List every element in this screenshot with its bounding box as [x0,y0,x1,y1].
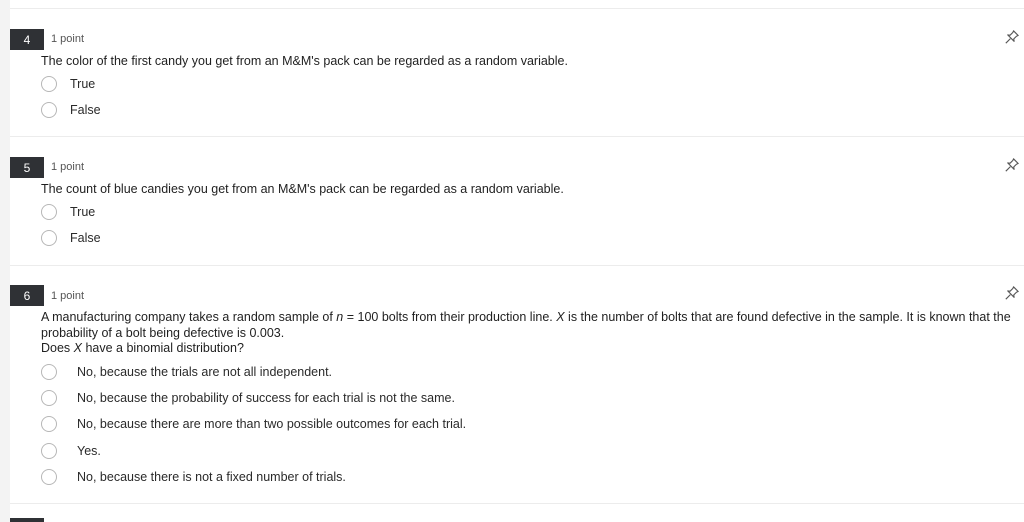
left-margin-rule [0,0,10,522]
question-divider [10,265,1024,266]
answer-option[interactable]: True [41,202,95,222]
question-number-badge: 6 [10,285,44,306]
radio-button[interactable] [41,76,57,92]
option-label: No, because the probability of success f… [77,391,455,405]
radio-button[interactable] [41,102,57,118]
answer-option[interactable]: False [41,228,101,248]
radio-button[interactable] [41,416,57,432]
option-label: False [70,231,101,245]
prompt-text: have a binomial distribution? [82,341,244,355]
prompt-text: = 100 bolts from their production line. [343,310,557,324]
option-label: No, because the trials are not all indep… [77,365,333,379]
question-divider [10,136,1024,137]
question-points: 1 point [51,161,85,173]
answer-option[interactable]: No, because there is not a fixed number … [41,467,346,487]
answer-option[interactable]: No, because the trials are not all indep… [41,362,332,382]
prompt-text: Does [41,341,74,355]
option-label: No, because there is not a fixed number … [77,470,346,484]
radio-button[interactable] [41,469,57,485]
question-divider [10,8,1024,9]
question-prompt: The count of blue candies you get from a… [41,182,564,196]
pin-icon[interactable] [1004,157,1020,173]
answer-option[interactable]: No, because the probability of success f… [41,388,455,408]
radio-button[interactable] [41,230,57,246]
option-label: True [70,205,96,219]
option-label: True [70,77,96,91]
pin-icon[interactable] [1004,29,1020,45]
answer-option[interactable]: No, because there are more than two poss… [41,414,466,434]
radio-button[interactable] [41,443,57,459]
option-label: False [70,103,101,117]
pin-icon[interactable] [1004,285,1020,301]
next-question-badge [10,518,44,522]
option-label: Yes. [77,444,101,458]
question-points: 1 point [51,290,85,302]
answer-option[interactable]: Yes. [41,441,101,461]
variable-x: X [73,341,82,355]
variable-x: X [556,310,565,324]
question-divider [10,503,1024,504]
option-label: No, because there are more than two poss… [77,417,467,431]
prompt-text: A manufacturing company takes a random s… [41,310,337,324]
radio-button[interactable] [41,364,57,380]
question-points: 1 point [51,33,85,45]
answer-option[interactable]: False [41,100,101,120]
radio-button[interactable] [41,204,57,220]
question-number-badge: 4 [10,29,44,50]
question-number-badge: 5 [10,157,44,178]
answer-option[interactable]: True [41,74,95,94]
radio-button[interactable] [41,390,57,406]
question-prompt: The color of the first candy you get fro… [41,54,568,68]
question-prompt: A manufacturing company takes a random s… [41,310,1021,357]
